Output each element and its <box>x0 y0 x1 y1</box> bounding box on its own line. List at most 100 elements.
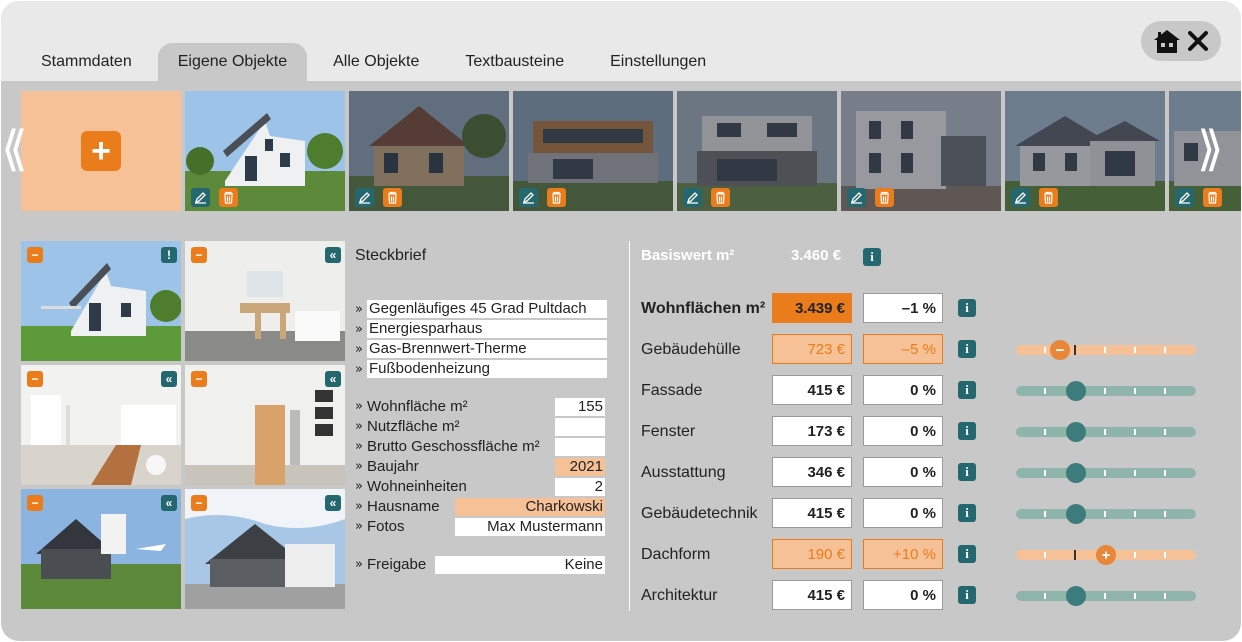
remove-icon[interactable]: − <box>27 495 43 511</box>
value-cell: 415 € <box>772 498 852 528</box>
trash-icon[interactable] <box>219 188 238 207</box>
slider-knob[interactable] <box>1066 422 1086 442</box>
plus-icon[interactable]: + <box>81 131 121 171</box>
info-icon[interactable]: i <box>958 299 976 317</box>
percent-cell[interactable]: –5 % <box>863 334 943 364</box>
chevron-double-left-icon[interactable]: ⟪ <box>1 121 28 177</box>
info-icon[interactable]: i <box>958 381 976 399</box>
edit-icon[interactable] <box>847 188 866 207</box>
trash-icon[interactable] <box>1039 188 1058 207</box>
feature-field[interactable]: Energiesparhaus <box>367 320 607 338</box>
field-value[interactable]: Max Mustermann <box>455 518 605 536</box>
percent-cell[interactable]: 0 % <box>863 580 943 610</box>
object-thumbnail[interactable] <box>677 91 837 211</box>
feature-field[interactable]: Gegenläufiges 45 Grad Pultdach <box>367 300 607 318</box>
info-icon[interactable]: i <box>958 463 976 481</box>
feature-field[interactable]: Gas-Brennwert-Therme <box>367 340 607 358</box>
slider-knob[interactable] <box>1066 504 1086 524</box>
tab-einstellungen[interactable]: Einstellungen <box>590 43 726 81</box>
minus-knob[interactable]: − <box>1050 340 1070 360</box>
gallery-photo[interactable]: − « <box>21 365 181 485</box>
object-thumbnail[interactable] <box>513 91 673 211</box>
slider-knob[interactable] <box>1066 463 1086 483</box>
percent-cell[interactable]: 0 % <box>863 416 943 446</box>
gallery-photo[interactable]: − « <box>185 241 345 361</box>
gallery-photo[interactable]: − ! <box>21 241 181 361</box>
add-object-tile[interactable]: + <box>21 91 181 211</box>
house-photo <box>21 241 181 361</box>
trash-icon[interactable] <box>711 188 730 207</box>
remove-icon[interactable]: − <box>27 371 43 387</box>
adjust-slider[interactable] <box>1016 586 1196 606</box>
percent-cell[interactable]: 0 % <box>863 375 943 405</box>
percent-cell[interactable]: 0 % <box>863 457 943 487</box>
remove-icon[interactable]: − <box>191 247 207 263</box>
move-left-icon[interactable]: « <box>325 371 341 387</box>
row-label: Dachform <box>641 546 711 563</box>
gallery-photo[interactable]: − « <box>185 365 345 485</box>
percent-cell[interactable]: 0 % <box>863 498 943 528</box>
plus-knob[interactable]: + <box>1096 545 1116 565</box>
field-value[interactable]: 155 <box>555 398 605 416</box>
move-left-icon[interactable]: « <box>325 247 341 263</box>
row-label: Wohnflächen m² <box>641 300 766 317</box>
field-value[interactable]: 2021 <box>555 458 605 476</box>
object-thumbnail[interactable] <box>1005 91 1165 211</box>
info-icon[interactable]: i <box>958 586 976 604</box>
remove-icon[interactable]: − <box>27 247 43 263</box>
percent-cell[interactable]: –1 % <box>863 293 943 323</box>
field-value[interactable] <box>555 418 605 436</box>
trash-icon[interactable] <box>1203 188 1222 207</box>
trash-icon[interactable] <box>547 188 566 207</box>
edit-icon[interactable] <box>519 188 538 207</box>
field-wohnflaeche: » Wohnfläche m² 155 <box>355 398 605 416</box>
tab-stammdaten[interactable]: Stammdaten <box>21 43 152 81</box>
object-thumbnail[interactable] <box>185 91 345 211</box>
field-value[interactable] <box>555 438 605 456</box>
gallery-photo[interactable]: − « <box>21 489 181 609</box>
edit-icon[interactable] <box>1175 188 1194 207</box>
move-left-icon[interactable]: « <box>325 495 341 511</box>
tab-eigene-objekte[interactable]: Eigene Objekte <box>157 43 308 81</box>
info-icon[interactable]: i <box>958 422 976 440</box>
adjust-slider[interactable]: − <box>1016 340 1196 360</box>
basiswert-label: Basiswert m² <box>641 247 735 264</box>
object-thumbnail[interactable] <box>349 91 509 211</box>
field-value[interactable]: 2 <box>555 478 605 496</box>
info-icon[interactable]: i <box>958 545 976 563</box>
edit-icon[interactable] <box>1011 188 1030 207</box>
edit-icon[interactable] <box>683 188 702 207</box>
object-thumbnail[interactable] <box>841 91 1001 211</box>
freigabe-select[interactable]: Keine <box>435 556 605 574</box>
adjust-slider[interactable] <box>1016 422 1196 442</box>
trash-icon[interactable] <box>383 188 402 207</box>
adjust-slider[interactable]: + <box>1016 545 1196 565</box>
tab-alle-objekte[interactable]: Alle Objekte <box>313 43 439 81</box>
slider-knob[interactable] <box>1066 381 1086 401</box>
home-icon[interactable] <box>1153 28 1181 54</box>
field-fotos: » Fotos Max Mustermann <box>355 518 605 536</box>
gallery-photo[interactable]: − « <box>185 489 345 609</box>
tab-textbausteine[interactable]: Textbausteine <box>445 43 584 81</box>
info-icon[interactable]: i <box>958 504 976 522</box>
info-icon[interactable]: i <box>958 340 976 358</box>
field-value[interactable]: Charkowski <box>455 498 605 516</box>
edit-icon[interactable] <box>191 188 210 207</box>
feature-field[interactable]: Fußbodenheizung <box>367 360 607 378</box>
alert-icon[interactable]: ! <box>161 247 177 263</box>
adjust-slider[interactable] <box>1016 504 1196 524</box>
chevron-double-right-icon[interactable]: ⟫ <box>1197 121 1224 177</box>
move-left-icon[interactable]: « <box>161 371 177 387</box>
move-left-icon[interactable]: « <box>161 495 177 511</box>
basiswert-value: 3.460 € <box>791 247 842 264</box>
remove-icon[interactable]: − <box>191 371 207 387</box>
close-icon[interactable] <box>1187 30 1209 52</box>
slider-knob[interactable] <box>1066 586 1086 606</box>
adjust-slider[interactable] <box>1016 463 1196 483</box>
info-icon[interactable]: i <box>863 248 881 266</box>
edit-icon[interactable] <box>355 188 374 207</box>
remove-icon[interactable]: − <box>191 495 207 511</box>
percent-cell[interactable]: +10 % <box>863 539 943 569</box>
adjust-slider[interactable] <box>1016 381 1196 401</box>
trash-icon[interactable] <box>875 188 894 207</box>
